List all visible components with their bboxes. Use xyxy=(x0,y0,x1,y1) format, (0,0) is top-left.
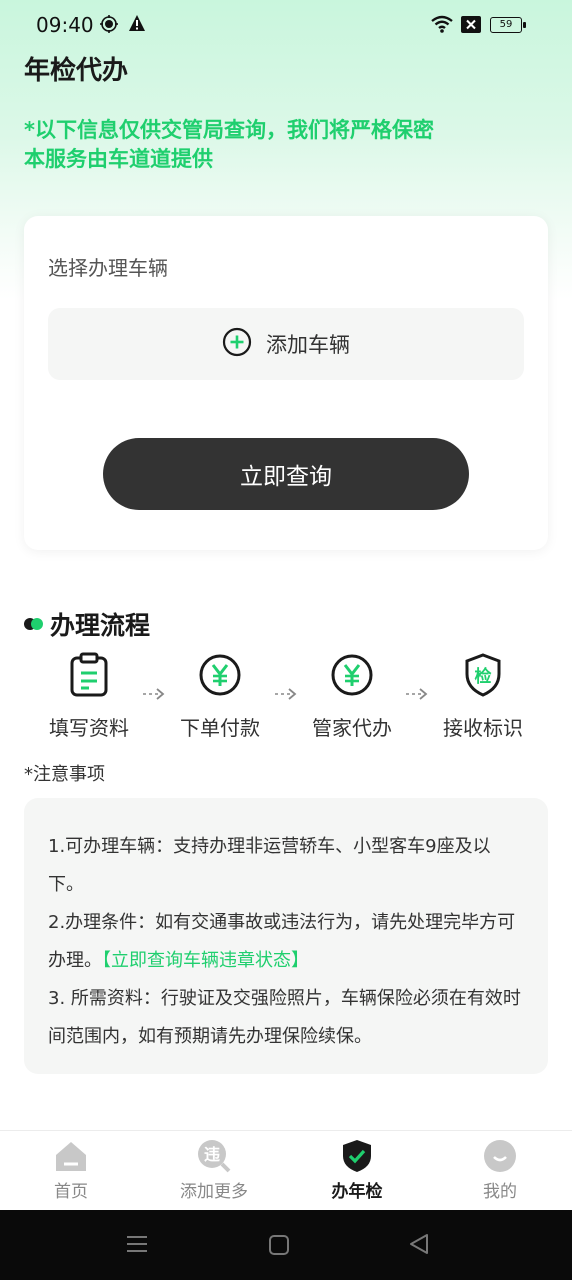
page-title: 年检代办 xyxy=(24,56,129,86)
nav-label: 添加更多 xyxy=(180,1182,248,1202)
process-step-label: 接收标识 xyxy=(443,716,523,740)
privacy-notice-line: *以下信息仅供交管局查询，我们将严格保密 xyxy=(24,118,434,142)
battery-indicator: 59 xyxy=(490,17,526,33)
nav-item-profile[interactable]: 我的 xyxy=(440,1139,560,1202)
process-step: 管家代办 xyxy=(297,652,407,741)
clipboard-icon xyxy=(34,652,144,698)
heading-dots-icon xyxy=(24,617,44,631)
back-triangle-icon[interactable] xyxy=(408,1233,430,1259)
alert-icon xyxy=(128,14,146,36)
nav-label: 办年检 xyxy=(331,1182,383,1202)
provider-notice-line: 本服务由车道道提供 xyxy=(24,147,213,171)
process-step: 检 接收标识 xyxy=(428,652,538,741)
status-time: 09:40 xyxy=(36,13,94,37)
menu-icon[interactable] xyxy=(126,1234,148,1258)
vehicle-card: 选择办理车辆 添加车辆 立即查询 xyxy=(24,216,548,550)
add-circle-icon xyxy=(222,327,252,361)
note-item: 3. 所需资料：行驶证及交强险照片，车辆保险必须在有效时间范围内，如有预期请先办… xyxy=(48,988,521,1047)
sim-off-icon xyxy=(461,16,481,37)
note-item: 2.办理条件：如有交通事故或违法行为，请先处理完毕方可办理。【立即查询车辆违章状… xyxy=(48,904,524,980)
process-heading: 办理流程 xyxy=(24,606,150,642)
notes-box: 1.可办理车辆：支持办理非运营轿车、小型客车9座及以下。 2.办理条件：如有交通… xyxy=(24,798,548,1074)
process-step: 填写资料 xyxy=(34,652,144,741)
shield-check-icon xyxy=(297,1139,417,1173)
violation-icon: 违 xyxy=(154,1139,274,1173)
wifi-icon xyxy=(430,15,454,37)
process-step-label: 填写资料 xyxy=(49,716,129,740)
yuan-icon xyxy=(165,652,275,698)
privacy-notice: *以下信息仅供交管局查询，我们将严格保密 本服务由车道道提供 xyxy=(24,116,434,174)
process-step: 下单付款 xyxy=(165,652,275,741)
nav-item-home[interactable]: 首页 xyxy=(11,1139,131,1202)
location-icon xyxy=(100,14,118,38)
query-now-button[interactable]: 立即查询 xyxy=(103,438,469,510)
process-heading-text: 办理流程 xyxy=(50,611,151,640)
note-item: 1.可办理车辆：支持办理非运营轿车、小型客车9座及以下。 xyxy=(48,836,491,895)
select-vehicle-label: 选择办理车辆 xyxy=(48,256,168,280)
process-step-label: 管家代办 xyxy=(312,716,392,740)
query-violation-link[interactable]: 【立即查询车辆违章状态】 xyxy=(102,950,309,971)
violation-icon-text: 违 xyxy=(204,1145,220,1164)
nav-label: 我的 xyxy=(483,1182,517,1202)
system-nav-bar xyxy=(0,1210,572,1280)
bottom-nav: 首页 违 添加更多 办年检 我的 xyxy=(0,1130,572,1210)
home-icon xyxy=(11,1139,131,1173)
add-vehicle-label: 添加车辆 xyxy=(266,333,350,357)
yuan-icon xyxy=(297,652,407,698)
inspection-shield-icon: 检 xyxy=(428,652,538,698)
nav-item-add-more[interactable]: 违 添加更多 xyxy=(154,1139,274,1202)
inspection-icon-text: 检 xyxy=(475,666,492,687)
status-bar: 09:40 59 xyxy=(0,0,572,50)
notes-heading: *注意事项 xyxy=(24,764,105,785)
add-vehicle-button[interactable]: 添加车辆 xyxy=(48,308,524,380)
process-step-label: 下单付款 xyxy=(180,716,260,740)
profile-icon xyxy=(440,1139,560,1173)
nav-label: 首页 xyxy=(54,1182,88,1202)
nav-item-annual-inspection[interactable]: 办年检 xyxy=(297,1139,417,1202)
home-square-icon[interactable] xyxy=(268,1234,290,1260)
